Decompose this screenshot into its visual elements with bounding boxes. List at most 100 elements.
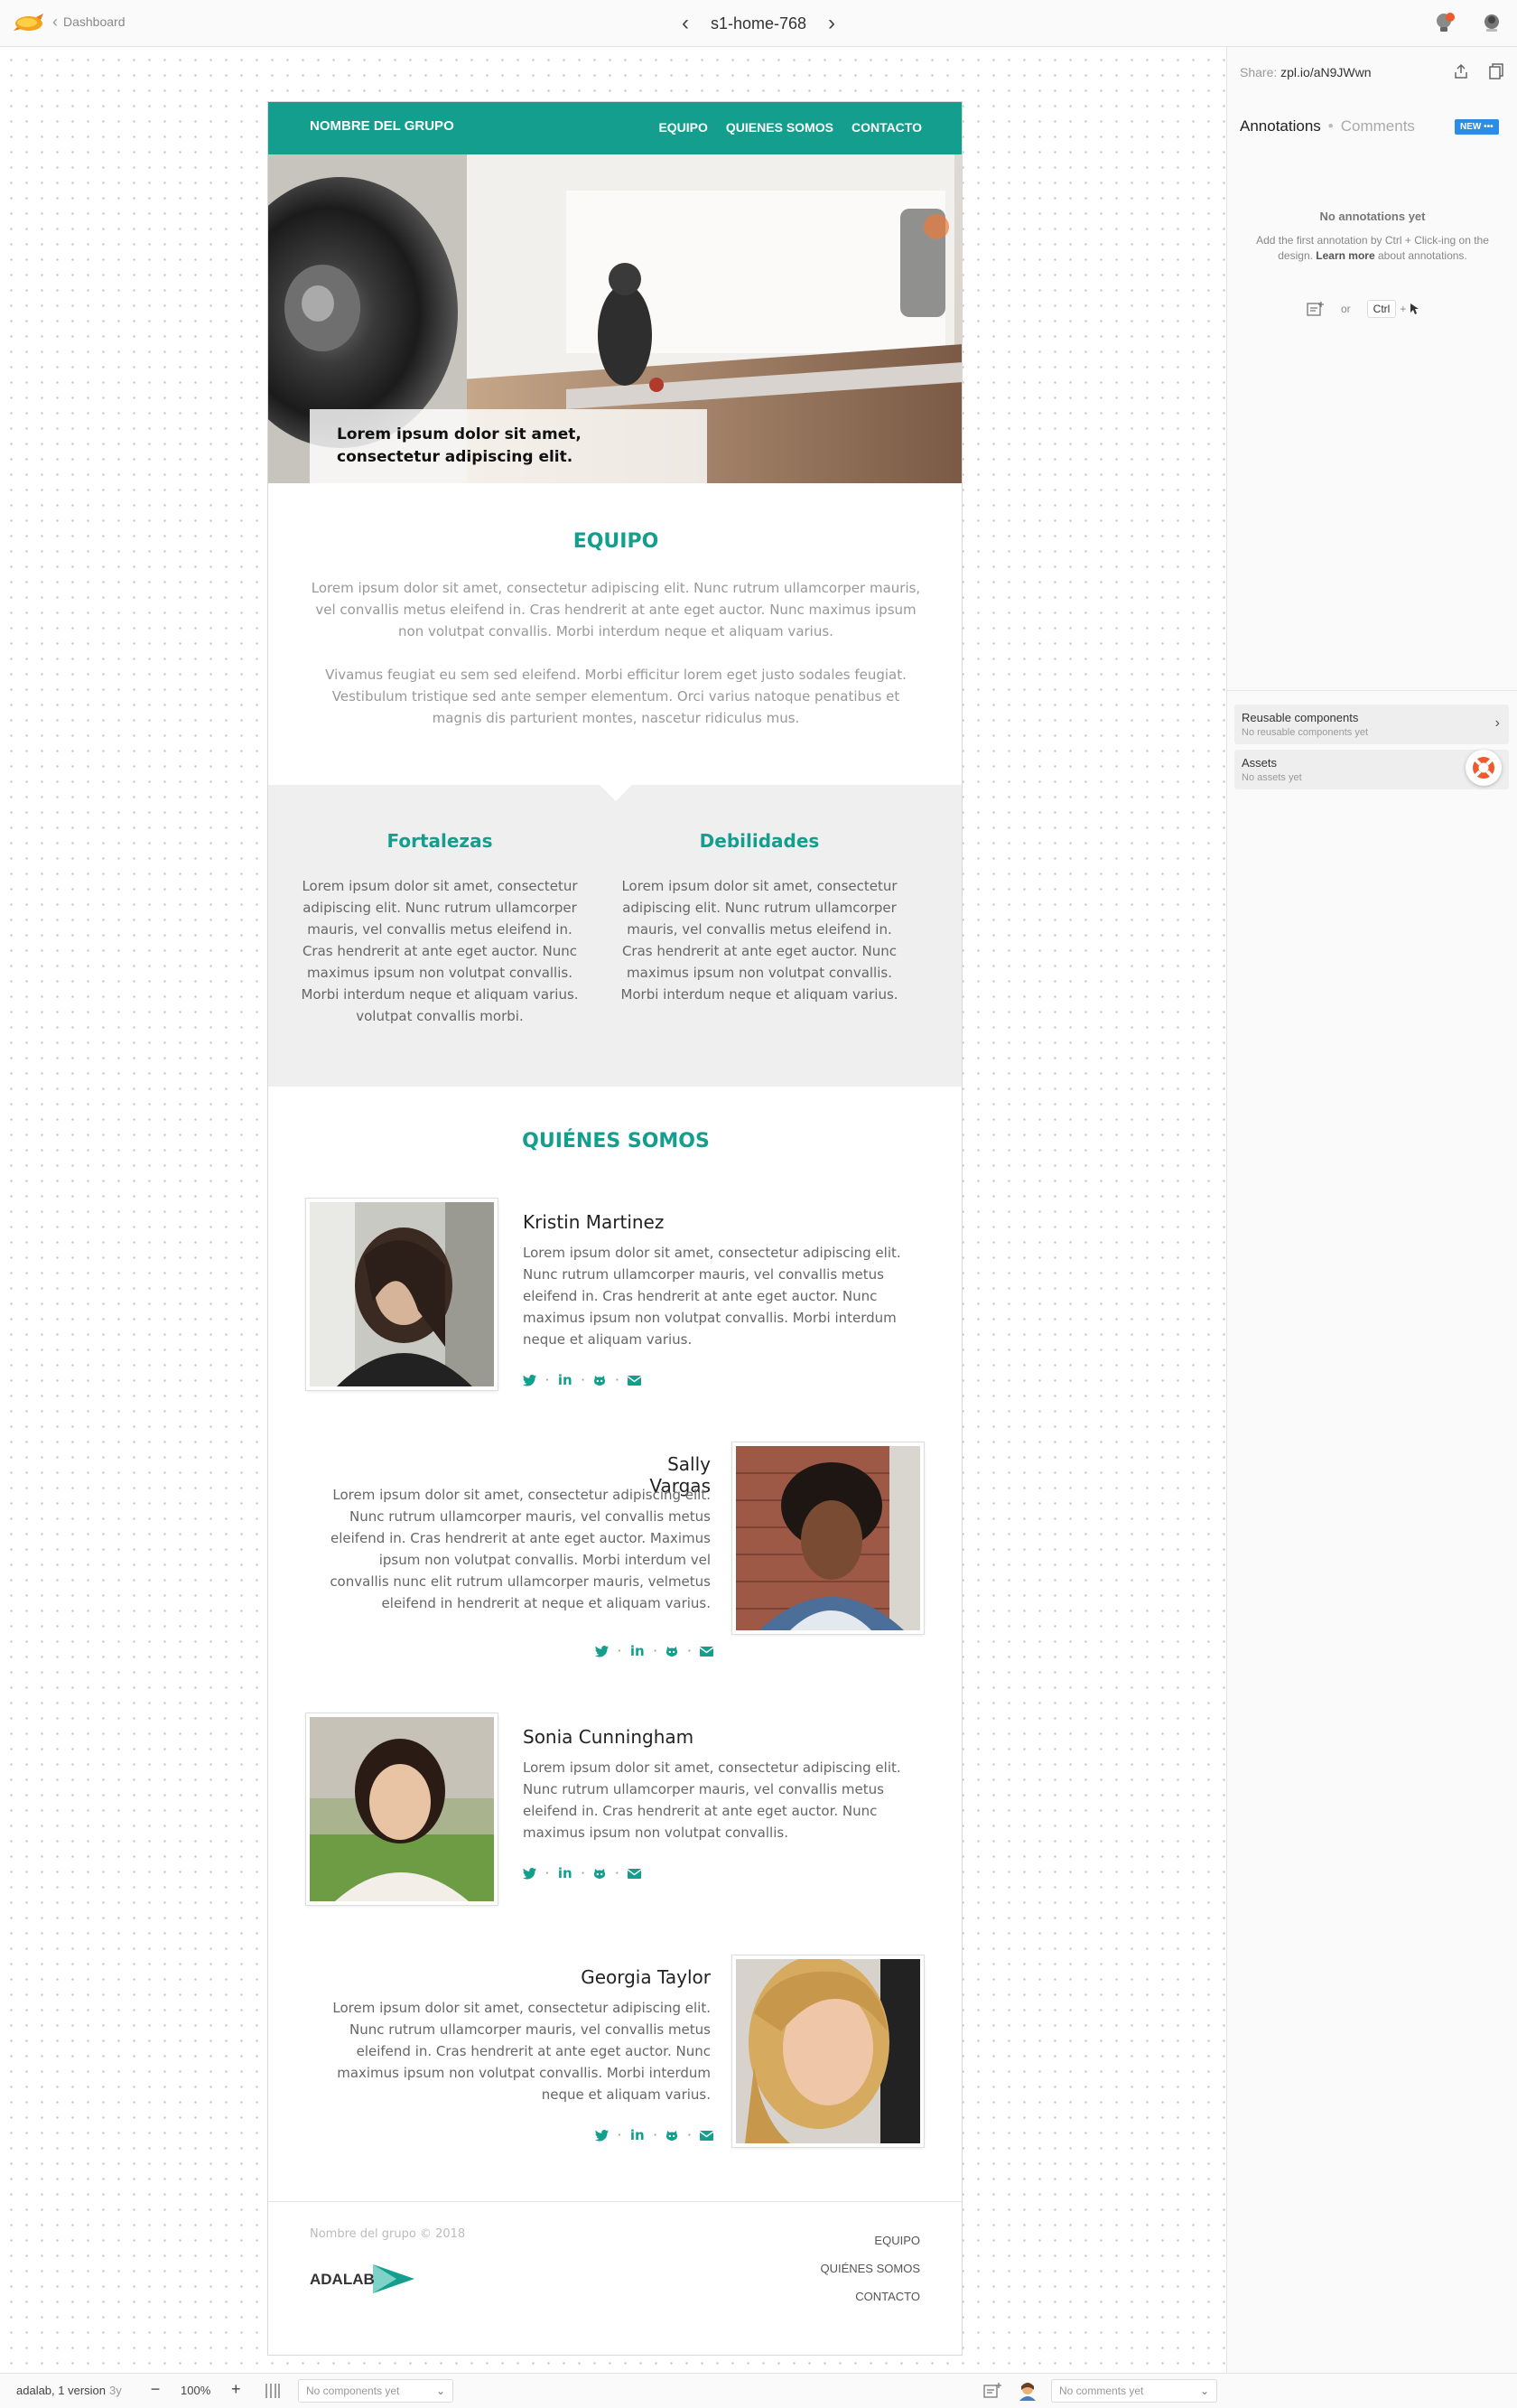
social-links-kristin: · in · · [523, 1372, 642, 1388]
chevron-right-icon: › [1494, 715, 1500, 731]
annotation-shortcut-hint: or Ctrl + [1307, 300, 1419, 318]
separator-dot: · [618, 1646, 621, 1657]
separator-dot: · [687, 1646, 692, 1657]
envelope-icon[interactable] [700, 1646, 714, 1657]
no-annotations-description: Add the first annotation by Ctrl + Click… [1254, 233, 1491, 264]
reusable-components-title: Reusable components [1242, 711, 1359, 724]
github-icon[interactable] [665, 2130, 678, 2142]
upload-icon[interactable] [1453, 63, 1469, 79]
sidebar-divider [1227, 690, 1517, 691]
share-url[interactable]: zpl.io/aN9JWwn [1280, 65, 1371, 79]
footer-link-contacto[interactable]: CONTACTO [820, 2282, 920, 2310]
person-name-kristin: Kristin Martinez [523, 1211, 665, 1233]
strengths-title: Fortalezas [386, 830, 493, 852]
components-dropdown[interactable]: No components yet ⌄ [298, 2379, 453, 2403]
nav-link-quienes-somos[interactable]: QUIENES SOMOS [726, 120, 833, 135]
twitter-icon[interactable] [595, 2129, 609, 2142]
zeplin-logo[interactable] [13, 11, 45, 34]
no-annotations-title: No annotations yet [1319, 210, 1426, 223]
new-badge[interactable]: NEW ••• [1455, 119, 1499, 135]
person-name-georgia: Georgia Taylor [581, 1966, 711, 1988]
weaknesses-title: Debilidades [699, 830, 820, 852]
linkedin-icon[interactable]: in [630, 1643, 645, 1659]
zoom-in-button[interactable]: + [227, 2379, 245, 2401]
footer-link-equipo[interactable]: EQUIPO [820, 2226, 920, 2254]
help-lifebuoy-button[interactable] [1466, 750, 1502, 786]
chevron-down-icon: ⌄ [435, 2385, 445, 2397]
social-links-sonia: · in · · [523, 1865, 642, 1881]
annotation-icon[interactable] [1307, 301, 1325, 317]
lifebuoy-icon [1473, 757, 1494, 779]
learn-more-link[interactable]: Learn more [1316, 249, 1374, 262]
share-label: Share: [1240, 65, 1278, 79]
artboard[interactable]: NOMBRE DEL GRUPO EQUIPO QUIENES SOMOS CO… [267, 101, 963, 2356]
sonia-photo [306, 1713, 498, 1905]
ctrl-click-hint: Ctrl + [1366, 300, 1419, 318]
hero-image: Lorem ipsum dolor sit amet, consectetur … [268, 154, 962, 483]
envelope-icon[interactable] [628, 1868, 642, 1879]
linkedin-icon[interactable]: in [558, 1865, 572, 1881]
dashboard-back-link[interactable]: ‹ Dashboard [52, 14, 126, 30]
avatar[interactable] [1483, 13, 1501, 34]
separator-dot: · [581, 1868, 585, 1879]
annotation-tabs: Annotations • Comments [1240, 117, 1415, 135]
hero-caption: Lorem ipsum dolor sit amet, consectetur … [310, 409, 707, 483]
reusable-components-panel[interactable]: Reusable components No reusable componen… [1234, 705, 1509, 744]
social-links-georgia: · in · · [595, 2127, 714, 2143]
section-notch [600, 785, 632, 801]
separator-dot: · [581, 1375, 585, 1386]
cursor-icon [1410, 303, 1419, 314]
zoom-out-button[interactable]: − [146, 2379, 164, 2401]
linkedin-icon[interactable]: in [558, 1372, 572, 1388]
next-screen-button[interactable]: › [824, 13, 840, 34]
annotation-icon[interactable] [982, 2382, 1002, 2400]
separator-dot: · [618, 2130, 621, 2141]
linkedin-icon[interactable]: in [630, 2127, 645, 2143]
avatar[interactable] [1017, 2381, 1038, 2401]
github-icon[interactable] [665, 1646, 678, 1657]
social-links-sally: · in · · [595, 1643, 714, 1659]
github-icon[interactable] [593, 1375, 606, 1386]
tab-comments[interactable]: Comments [1341, 117, 1415, 135]
nav-link-equipo[interactable]: EQUIPO [658, 120, 707, 135]
site-brand[interactable]: NOMBRE DEL GRUPO [310, 118, 454, 134]
footer-link-quienes-somos[interactable]: QUIÉNES SOMOS [820, 2254, 920, 2282]
nav-link-contacto[interactable]: CONTACTO [852, 120, 922, 135]
kristin-photo [306, 1199, 498, 1390]
comments-dropdown[interactable]: No comments yet ⌄ [1051, 2379, 1217, 2403]
separator-dot: · [653, 2130, 657, 2141]
copy-icon[interactable] [1489, 63, 1503, 79]
separator-dot: · [687, 2130, 692, 2141]
share-link[interactable]: Share: zpl.io/aN9JWwn [1240, 65, 1372, 79]
grid-icon[interactable] [264, 2382, 282, 2400]
previous-screen-button[interactable]: ‹ [677, 13, 693, 34]
person-bio-sonia: Lorem ipsum dolor sit amet, consectetur … [523, 1759, 901, 1841]
tab-annotations[interactable]: Annotations [1240, 117, 1321, 135]
person-bio-kristin: Lorem ipsum dolor sit amet, consectetur … [523, 1245, 901, 1348]
twitter-icon[interactable] [595, 1645, 609, 1657]
footer-divider [268, 2201, 962, 2202]
empty-desc-text-2: about annotations. [1378, 249, 1467, 262]
components-placeholder: No components yet [306, 2385, 400, 2397]
twitter-icon[interactable] [523, 1374, 536, 1386]
github-icon[interactable] [593, 1868, 606, 1880]
separator-dot: · [615, 1868, 619, 1879]
notification-icon[interactable] [1434, 11, 1456, 34]
bottom-bar: adalab, 1 version 3y − 100% + No componen… [0, 2373, 1517, 2408]
envelope-icon[interactable] [700, 2130, 714, 2141]
adalab-logo-text: ADALAB [310, 2271, 375, 2288]
envelope-icon[interactable] [628, 1375, 642, 1386]
team-paragraph-1: Lorem ipsum dolor sit amet, consectetur … [311, 580, 921, 639]
twitter-icon[interactable] [523, 1867, 536, 1880]
separator-dot: · [653, 1646, 657, 1657]
assets-title: Assets [1242, 756, 1278, 770]
tab-separator: • [1327, 117, 1334, 135]
zoom-level[interactable]: 100% [173, 2384, 218, 2397]
weaknesses-text: Lorem ipsum dolor sit amet, consectetur … [620, 878, 898, 1003]
project-version-info[interactable]: adalab, 1 version 3y [16, 2384, 122, 2397]
project-age: 3y [109, 2384, 122, 2397]
comments-placeholder: No comments yet [1059, 2385, 1144, 2397]
project-name: adalab, 1 version [16, 2384, 107, 2397]
dashboard-label: Dashboard [63, 14, 126, 29]
person-bio-sally: Lorem ipsum dolor sit amet, consectetur … [330, 1487, 711, 1611]
